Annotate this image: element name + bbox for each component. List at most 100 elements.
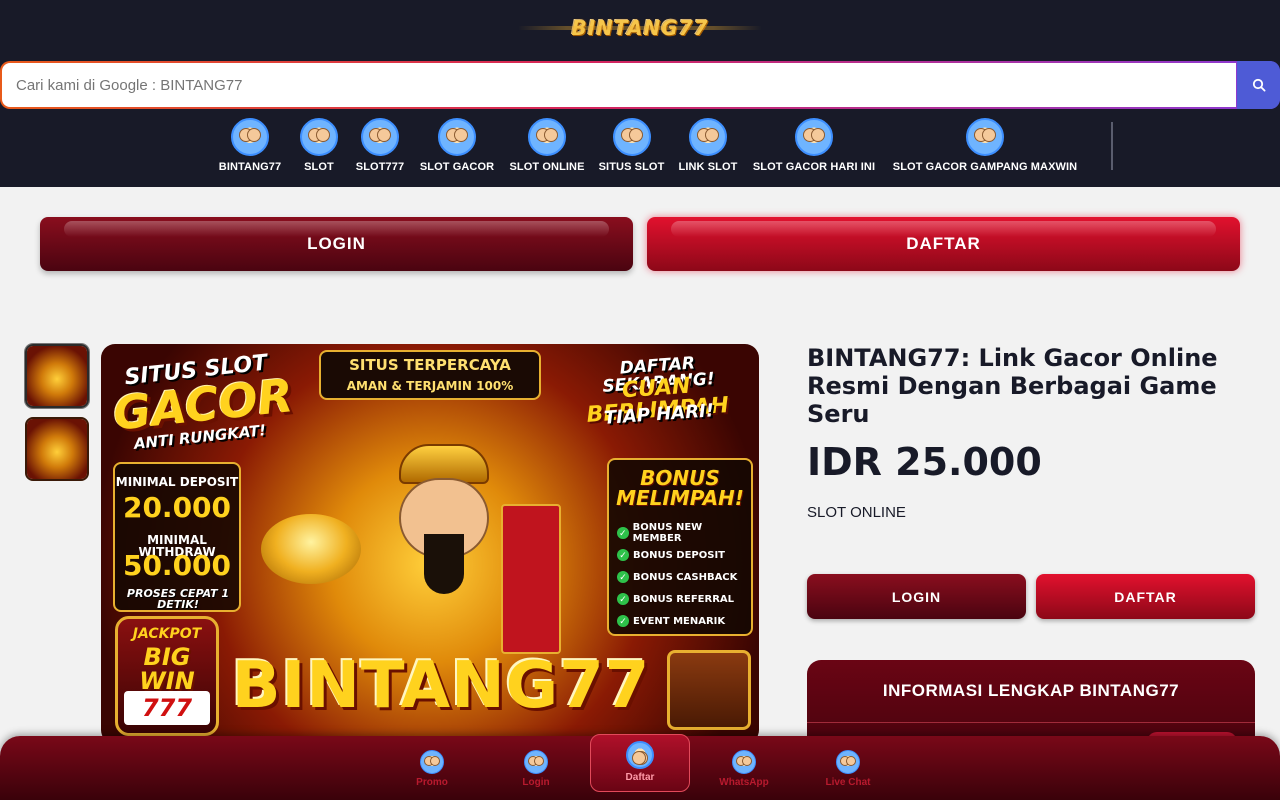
nav-label: BINTANG77 <box>218 161 282 173</box>
bottom-nav-label: Login <box>522 777 550 788</box>
thumbnail-image <box>27 346 87 406</box>
mascot-icon <box>689 118 727 156</box>
nav-label: SLOT ONLINE <box>509 161 585 173</box>
bonus-label: BONUS DEPOSIT <box>633 549 726 561</box>
promo-bonus-title: BONUS MELIMPAH! <box>616 466 744 510</box>
product-login-label: LOGIN <box>891 588 942 605</box>
bonus-label: BONUS NEW MEMBER <box>632 522 703 544</box>
nav-item-slot-gacor-gampang-maxwin[interactable]: SLOT GACOR GAMPANG MAXWIN <box>891 118 1079 173</box>
bonus-item: ✓ EVENT MENARIK <box>617 610 751 632</box>
mascot-icon <box>420 750 444 774</box>
promo-aman: AMAN & TERJAMIN 100% <box>346 379 514 393</box>
bottom-nav-label: Daftar <box>625 772 655 783</box>
check-icon: ✓ <box>617 571 629 583</box>
nav-item-slot777[interactable]: SLOT777 <box>355 118 405 173</box>
nav-label: SLOT777 <box>355 161 405 173</box>
product-price: IDR 25.000 <box>807 440 1042 484</box>
promo-jackpot: JACKPOT <box>132 626 202 642</box>
bottom-nav-label: Promo <box>416 777 448 788</box>
bonus-item: ✓ BONUS REFERRAL <box>617 588 751 610</box>
mascot-icon <box>528 118 566 156</box>
mascot-icon <box>361 118 399 156</box>
gallery-thumbnail-1[interactable] <box>25 344 89 408</box>
jackpot-machine: JACKPOT BIG WIN 777 <box>115 616 219 736</box>
nav-item-slot-gacor[interactable]: SLOT GACOR <box>420 118 494 173</box>
check-icon: ✓ <box>617 615 629 627</box>
mascot-icon <box>795 118 833 156</box>
nav-label: SLOT GACOR GAMPANG MAXWIN <box>892 161 1078 173</box>
search-bar <box>0 61 1280 109</box>
login-button[interactable]: LOGIN <box>40 217 633 271</box>
bottom-nav-daftar[interactable]: Daftar <box>590 734 690 792</box>
logo-swoosh <box>518 26 762 30</box>
info-card-title: INFORMASI LENGKAP BINTANG77 <box>882 681 1180 700</box>
search-input[interactable] <box>2 63 1236 107</box>
promo-situs-terpercaya: SITUS TERPERCAYA <box>349 356 511 374</box>
bonus-item: ✓ BONUS CASHBACK <box>617 566 751 588</box>
promo-min-deposit-label: MINIMAL DEPOSIT <box>115 475 239 489</box>
nav-label: SLOT GACOR HARI INI <box>752 161 876 173</box>
trust-panel: SITUS TERPERCAYA AMAN & TERJAMIN 100% <box>319 350 541 400</box>
gallery-thumbnail-2[interactable] <box>25 417 89 481</box>
red-scroll <box>501 504 561 654</box>
nav-item-link-slot[interactable]: LINK SLOT <box>679 118 737 173</box>
product-category: SLOT ONLINE <box>807 504 906 521</box>
search-field-wrap <box>2 63 1236 107</box>
promo-proses: PROSES CEPAT 1 DETIK! <box>126 587 230 611</box>
info-divider <box>807 722 1255 723</box>
nav-item-bintang77[interactable]: BINTANG77 <box>217 118 283 173</box>
site-logo[interactable]: BINTANG77 <box>518 14 762 42</box>
check-icon: ✓ <box>617 549 629 561</box>
product-login-button[interactable]: LOGIN <box>807 574 1026 619</box>
product-title: BINTANG77: Link Gacor Online Resmi Denga… <box>807 344 1218 428</box>
bottom-nav-label: Live Chat <box>825 777 871 788</box>
check-icon: ✓ <box>617 593 629 605</box>
mascot-icon <box>300 118 338 156</box>
search-button[interactable] <box>1237 61 1280 109</box>
bonus-label: BONUS CASHBACK <box>633 571 738 583</box>
site-header: BINTANG77 BINTANG77 SLOT SLOT777 SLOT GA <box>0 0 1280 187</box>
bottom-nav-promo[interactable]: Promo <box>382 750 482 788</box>
mascot-icon <box>231 118 269 156</box>
mascot-icon <box>732 750 756 774</box>
nav-label: SLOT GACOR <box>419 161 495 173</box>
nav-item-slot-gacor-hari-ini[interactable]: SLOT GACOR HARI INI <box>752 118 876 173</box>
nav-item-slot[interactable]: SLOT <box>299 118 339 173</box>
mascot-icon <box>524 750 548 774</box>
promo-sevens: 777 <box>124 691 210 725</box>
bonus-panel: BONUS MELIMPAH! ✓ BONUS NEW MEMBER ✓ BON… <box>607 458 753 636</box>
daftar-button-label: DAFTAR <box>906 234 981 253</box>
mascot-icon <box>836 750 860 774</box>
bottom-nav-login[interactable]: Login <box>486 750 586 788</box>
bottom-nav-whatsapp[interactable]: WhatsApp <box>694 750 794 788</box>
bonus-item: ✓ BONUS NEW MEMBER <box>617 522 751 544</box>
search-icon <box>1252 78 1266 92</box>
nav-item-situs-slot[interactable]: SITUS SLOT <box>599 118 664 173</box>
product-daftar-label: DAFTAR <box>1114 588 1177 605</box>
login-button-label: LOGIN <box>307 234 366 253</box>
product-daftar-button[interactable]: DAFTAR <box>1036 574 1255 619</box>
promo-min-withdraw-value: 50.000 <box>122 549 232 582</box>
nav-item-slot-online[interactable]: SLOT ONLINE <box>509 118 585 173</box>
category-nav: BINTANG77 SLOT SLOT777 SLOT GACOR SLOT O… <box>0 118 1280 180</box>
bonus-list: ✓ BONUS NEW MEMBER ✓ BONUS DEPOSIT ✓ BON… <box>617 522 751 632</box>
check-icon: ✓ <box>617 527 629 539</box>
bonus-label: BONUS REFERRAL <box>633 593 735 605</box>
bonus-item: ✓ BONUS DEPOSIT <box>617 544 751 566</box>
nav-label: LINK SLOT <box>678 161 738 173</box>
mascot-figure <box>369 444 519 604</box>
nav-label: SLOT <box>304 161 334 173</box>
thumbnail-image <box>27 419 87 479</box>
bottom-nav: Promo Login Daftar WhatsApp Live Chat <box>0 734 1280 800</box>
mascot-icon <box>438 118 476 156</box>
mascot-icon <box>966 118 1004 156</box>
mascot-icon <box>626 741 654 769</box>
promo-brand: BINTANG77 <box>231 649 651 723</box>
gold-ingot <box>261 514 361 584</box>
nav-divider <box>1111 122 1113 170</box>
treasure-chest <box>667 650 751 730</box>
promo-banner[interactable]: SITUS SLOT GACOR ANTI RUNGKAT! SITUS TER… <box>101 344 759 744</box>
mascot-icon <box>612 118 651 156</box>
daftar-button[interactable]: DAFTAR <box>647 217 1240 271</box>
bottom-nav-live-chat[interactable]: Live Chat <box>798 750 898 788</box>
